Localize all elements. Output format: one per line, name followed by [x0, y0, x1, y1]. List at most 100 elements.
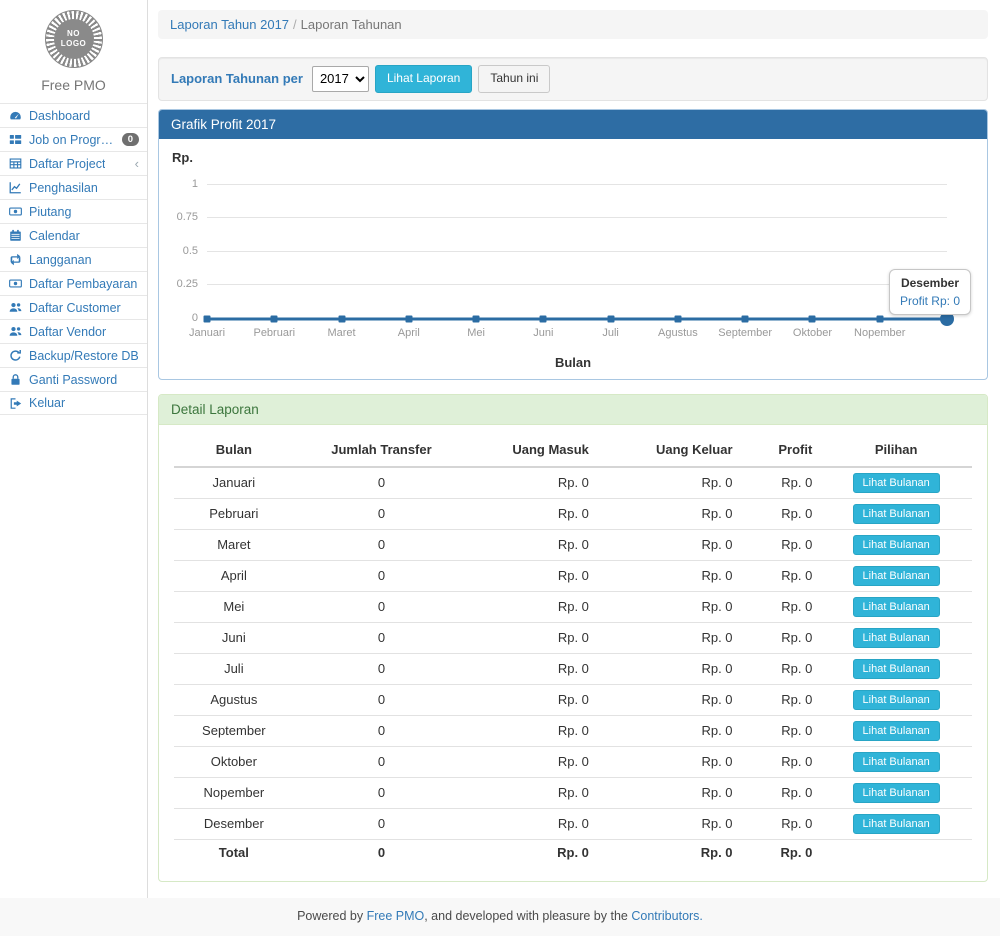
detail-panel-body: Bulan Jumlah Transfer Uang Masuk Uang Ke…	[159, 425, 987, 881]
table-cell: Rp. 0	[469, 591, 597, 622]
sidebar-item-daftar-vendor[interactable]: Daftar Vendor	[0, 319, 147, 343]
data-point-juli[interactable]	[607, 315, 614, 322]
sidebar-item-piutang[interactable]: Piutang	[0, 199, 147, 223]
sidebar-item-label: Backup/Restore DB	[29, 349, 139, 363]
data-point-agustus[interactable]	[674, 315, 681, 322]
refresh-icon	[9, 349, 23, 362]
table-cell: Rp. 0	[741, 529, 821, 560]
table-cell: Desember	[174, 808, 294, 839]
gridline: 0.25	[207, 284, 947, 285]
main-content: Laporan Tahun 2017/Laporan Tahunan Lapor…	[148, 0, 1000, 898]
table-cell: Rp. 0	[741, 498, 821, 529]
dashboard-icon	[9, 109, 23, 122]
sidebar-item-keluar[interactable]: Keluar	[0, 391, 147, 415]
table-cell-action: Lihat Bulanan	[820, 684, 972, 715]
table-row: Agustus0Rp. 0Rp. 0Rp. 0Lihat Bulanan	[174, 684, 972, 715]
y-axis-tick: 0.75	[177, 211, 198, 223]
table-cell: Januari	[174, 467, 294, 499]
sidebar-item-daftar-project[interactable]: Daftar Project‹	[0, 151, 147, 175]
table-cell: 0	[294, 498, 470, 529]
y-axis-label: Rp.	[172, 150, 193, 165]
table-cell: Rp. 0	[469, 777, 597, 808]
lihat-bulanan-button[interactable]: Lihat Bulanan	[853, 721, 940, 741]
sidebar-item-label: Ganti Password	[29, 373, 117, 387]
sidebar-item-backup-restore-db[interactable]: Backup/Restore DB	[0, 343, 147, 367]
sidebar-item-daftar-pembayaran[interactable]: Daftar Pembayaran	[0, 271, 147, 295]
data-point-juni[interactable]	[540, 315, 547, 322]
x-axis-tick: Maret	[327, 327, 355, 339]
table-cell: Mei	[174, 591, 294, 622]
year-select[interactable]: 2017	[312, 66, 369, 92]
table-cell: Rp. 0	[597, 808, 741, 839]
gridline: 0.5	[207, 251, 947, 252]
lihat-bulanan-button[interactable]: Lihat Bulanan	[853, 535, 940, 555]
table-cell: Rp. 0	[469, 653, 597, 684]
table-cell: Oktober	[174, 746, 294, 777]
lihat-bulanan-button[interactable]: Lihat Bulanan	[853, 566, 940, 586]
table-cell-action: Lihat Bulanan	[820, 467, 972, 499]
free-pmo-link[interactable]: Free PMO	[367, 909, 425, 923]
lihat-bulanan-button[interactable]: Lihat Bulanan	[853, 752, 940, 772]
data-point-januari[interactable]	[204, 315, 211, 322]
table-row: Mei0Rp. 0Rp. 0Rp. 0Lihat Bulanan	[174, 591, 972, 622]
table-row: April0Rp. 0Rp. 0Rp. 0Lihat Bulanan	[174, 560, 972, 591]
x-axis-tick: Juli	[602, 327, 619, 339]
table-cell: 0	[294, 622, 470, 653]
lihat-bulanan-button[interactable]: Lihat Bulanan	[853, 473, 940, 493]
calendar-icon	[9, 229, 23, 242]
breadcrumb-link-laporan-tahun[interactable]: Laporan Tahun 2017	[170, 17, 289, 32]
data-point-pebruari[interactable]	[271, 315, 278, 322]
report-table: Bulan Jumlah Transfer Uang Masuk Uang Ke…	[174, 433, 972, 865]
sidebar-item-ganti-password[interactable]: Ganti Password	[0, 367, 147, 391]
table-cell: 0	[294, 777, 470, 808]
sidebar-item-dashboard[interactable]: Dashboard	[0, 103, 147, 127]
table-cell: Rp. 0	[741, 715, 821, 746]
table-row: Desember0Rp. 0Rp. 0Rp. 0Lihat Bulanan	[174, 808, 972, 839]
table-cell: Pebruari	[174, 498, 294, 529]
data-point-mei[interactable]	[473, 315, 480, 322]
tooltip-value: Profit Rp: 0	[900, 294, 960, 308]
table-row: September0Rp. 0Rp. 0Rp. 0Lihat Bulanan	[174, 715, 972, 746]
chart-panel-title: Grafik Profit 2017	[159, 110, 987, 139]
lihat-laporan-button[interactable]: Lihat Laporan	[375, 65, 472, 93]
sidebar-item-penghasilan[interactable]: Penghasilan	[0, 175, 147, 199]
lihat-bulanan-button[interactable]: Lihat Bulanan	[853, 814, 940, 834]
app-window: NO LOGO Free PMO DashboardJob on Progres…	[0, 0, 1000, 898]
data-point-oktober[interactable]	[809, 315, 816, 322]
tooltip-title: Desember	[900, 276, 960, 290]
table-cell: Rp. 0	[741, 467, 821, 499]
tahun-ini-button[interactable]: Tahun ini	[478, 65, 550, 93]
table-cell: Rp. 0	[469, 808, 597, 839]
lihat-bulanan-button[interactable]: Lihat Bulanan	[853, 783, 940, 803]
lihat-bulanan-button[interactable]: Lihat Bulanan	[853, 504, 940, 524]
page-footer: Powered by Free PMO, and developed with …	[0, 898, 1000, 936]
table-cell-action: Lihat Bulanan	[820, 653, 972, 684]
chart-tooltip: Desember Profit Rp: 0	[889, 269, 971, 315]
sidebar-item-calendar[interactable]: Calendar	[0, 223, 147, 247]
table-cell: 0	[294, 808, 470, 839]
footer-text: Powered by	[297, 909, 363, 923]
table-cell: Rp. 0	[597, 684, 741, 715]
lihat-bulanan-button[interactable]: Lihat Bulanan	[853, 690, 940, 710]
contributors-link[interactable]: Contributors.	[631, 909, 703, 923]
data-point-april[interactable]	[405, 315, 412, 322]
table-row: Januari0Rp. 0Rp. 0Rp. 0Lihat Bulanan	[174, 467, 972, 499]
table-cell: Rp. 0	[469, 529, 597, 560]
data-point-maret[interactable]	[338, 315, 345, 322]
lihat-bulanan-button[interactable]: Lihat Bulanan	[853, 597, 940, 617]
x-axis-tick: Juni	[533, 327, 553, 339]
line-chart-icon	[9, 181, 23, 194]
lihat-bulanan-button[interactable]: Lihat Bulanan	[853, 628, 940, 648]
lihat-bulanan-button[interactable]: Lihat Bulanan	[853, 659, 940, 679]
table-cell: Nopember	[174, 777, 294, 808]
table-cell: Rp. 0	[597, 498, 741, 529]
table-row: Juni0Rp. 0Rp. 0Rp. 0Lihat Bulanan	[174, 622, 972, 653]
data-point-nopember[interactable]	[876, 315, 883, 322]
sidebar-item-daftar-customer[interactable]: Daftar Customer	[0, 295, 147, 319]
table-cell: Rp. 0	[469, 715, 597, 746]
data-point-september[interactable]	[742, 315, 749, 322]
x-axis-tick: Mei	[467, 327, 485, 339]
sidebar-item-langganan[interactable]: Langganan	[0, 247, 147, 271]
table-cell: Maret	[174, 529, 294, 560]
sidebar-item-job-on-progress[interactable]: Job on Progress0	[0, 127, 147, 151]
